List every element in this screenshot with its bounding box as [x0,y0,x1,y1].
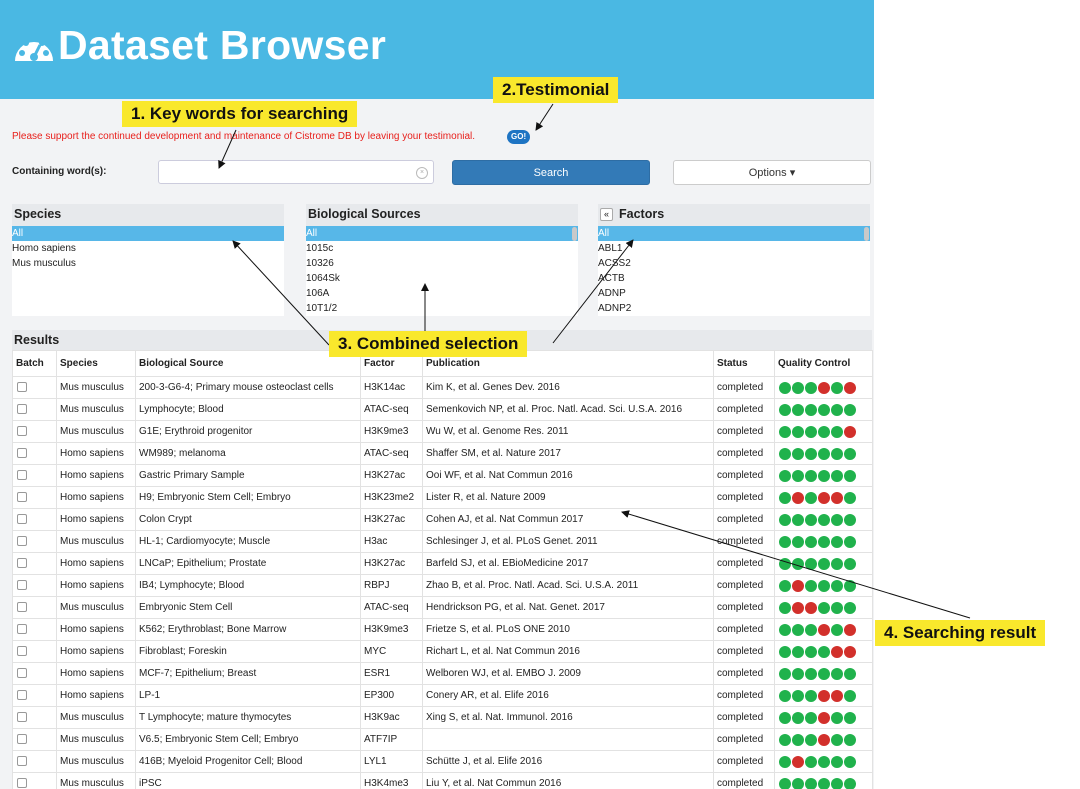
annotation-keywords: 1. Key words for searching [122,101,358,127]
annotation-combined-selection: 3. Combined selection [329,331,528,357]
annotation-testimonial: 2.Testimonial [493,77,619,103]
annotation-searching-result: 4. Searching result [875,620,1046,646]
